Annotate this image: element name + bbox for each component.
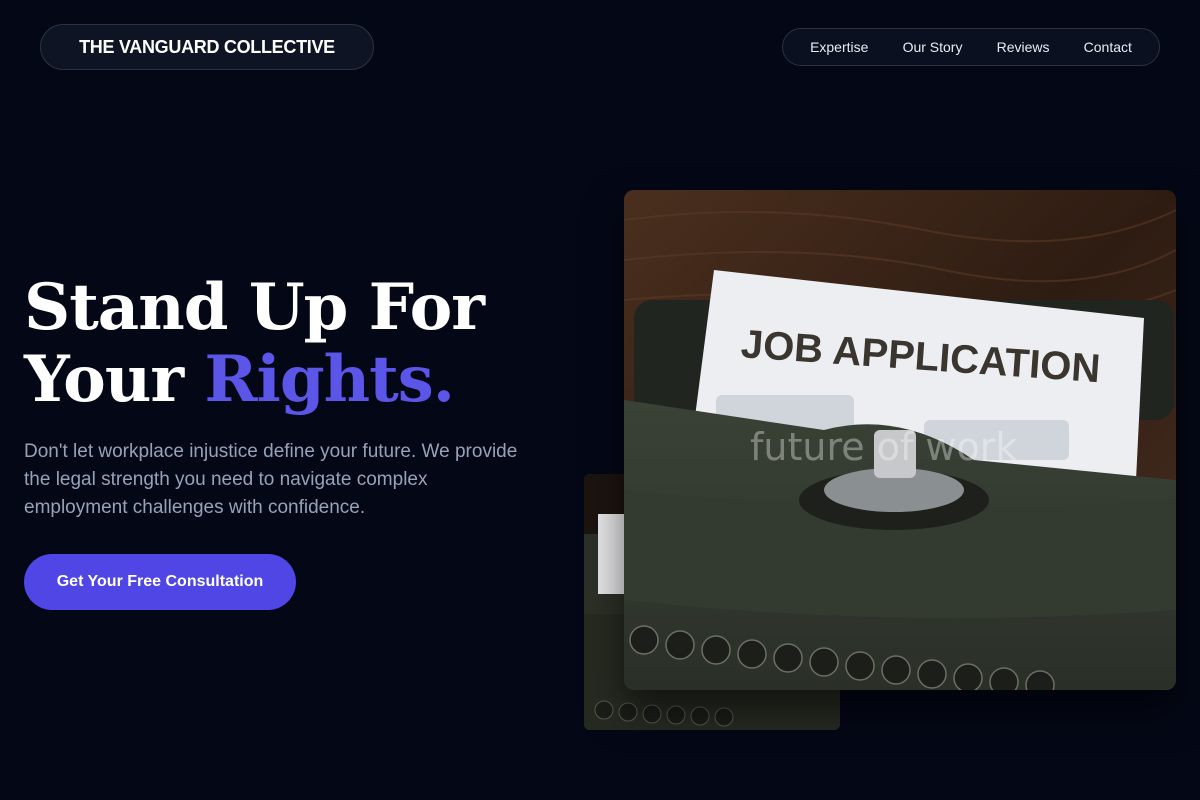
nav-item-reviews[interactable]: Reviews bbox=[997, 39, 1050, 55]
main-nav: Expertise Our Story Reviews Contact bbox=[782, 28, 1160, 66]
brand-name: THE VANGUARD COLLECTIVE bbox=[79, 36, 335, 57]
headline-line-2: Your bbox=[24, 342, 205, 417]
nav-item-contact[interactable]: Contact bbox=[1084, 39, 1132, 55]
headline-line-1: Stand Up For bbox=[24, 270, 485, 345]
nav-item-expertise[interactable]: Expertise bbox=[810, 39, 868, 55]
typewriter-job-application-image: JOB APPLICATION future of work bbox=[624, 190, 1176, 690]
hero-headline: Stand Up For Your Rights. bbox=[24, 270, 485, 417]
nav-item-our-story[interactable]: Our Story bbox=[903, 39, 963, 55]
headline-accent: Rights. bbox=[204, 342, 455, 417]
image-watermark: future of work bbox=[750, 425, 1017, 469]
hero-description: Don't let workplace injustice define you… bbox=[24, 441, 518, 518]
free-consultation-button[interactable]: Get Your Free Consultation bbox=[24, 554, 296, 610]
brand-logo[interactable]: THE VANGUARD COLLECTIVE bbox=[40, 24, 374, 70]
